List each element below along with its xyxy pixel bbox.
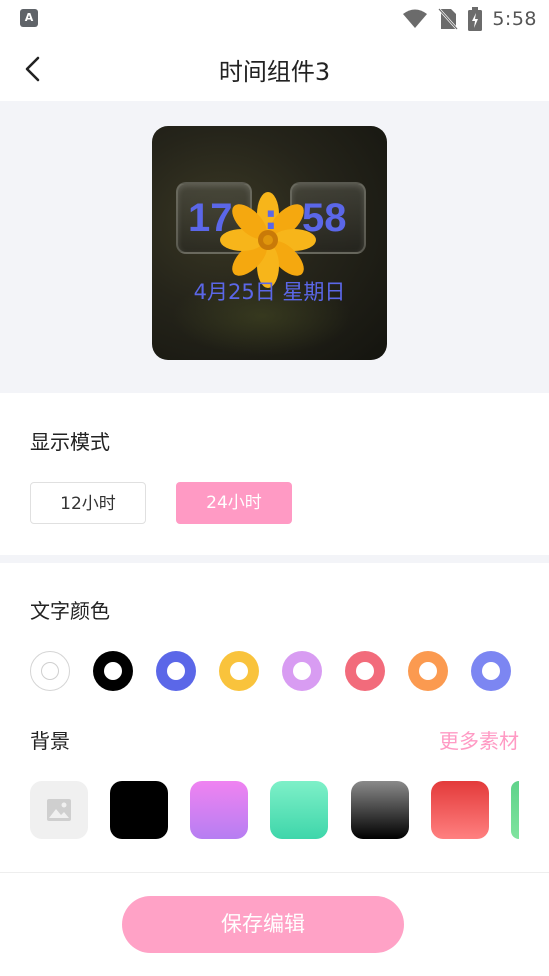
text-color-title: 文字颜色: [30, 599, 110, 623]
no-sim-icon: [438, 8, 459, 30]
header: 时间组件3: [0, 38, 549, 100]
bg-tile-red[interactable]: [431, 781, 489, 839]
bg-tile-purple[interactable]: [190, 781, 248, 839]
color-swatch-violet[interactable]: [282, 651, 322, 691]
app-notification-icon: A: [20, 9, 38, 27]
page-title: 时间组件3: [218, 58, 331, 86]
footer-divider: [0, 872, 549, 873]
mode-24h-button[interactable]: 24小时: [176, 482, 292, 524]
background-title: 背景: [30, 729, 70, 753]
clock-time: 5:58: [492, 8, 537, 30]
mode-12h-button[interactable]: 12小时: [30, 482, 146, 524]
status-bar: A 5:58: [0, 0, 549, 38]
bg-tile-green-partial[interactable]: [511, 781, 519, 839]
color-swatch-blue[interactable]: [156, 651, 196, 691]
status-icons: 5:58: [402, 6, 537, 32]
color-swatch-black[interactable]: [93, 651, 133, 691]
display-mode-title: 显示模式: [30, 430, 110, 454]
color-swatch-red[interactable]: [345, 651, 385, 691]
time-colon: :: [264, 198, 278, 238]
battery-charging-icon: [468, 7, 483, 31]
wifi-icon: [403, 9, 428, 28]
more-materials-link[interactable]: 更多素材: [439, 725, 519, 754]
image-placeholder-icon: [47, 799, 71, 821]
widget-preview: 17 : 58 4月25日 星期日: [152, 126, 387, 360]
color-swatch-yellow[interactable]: [219, 651, 259, 691]
bg-tile-gray[interactable]: [351, 781, 409, 839]
bg-tile-black[interactable]: [110, 781, 168, 839]
section-divider: [0, 555, 549, 563]
color-swatch-indigo[interactable]: [471, 651, 511, 691]
save-edit-button[interactable]: 保存编辑: [122, 896, 404, 953]
color-swatch-none[interactable]: [30, 651, 70, 691]
date-weekday: 4月25日 星期日: [193, 280, 346, 304]
bg-tile-mint[interactable]: [270, 781, 328, 839]
color-swatch-orange[interactable]: [408, 651, 448, 691]
bg-tile-image-picker[interactable]: [30, 781, 88, 839]
